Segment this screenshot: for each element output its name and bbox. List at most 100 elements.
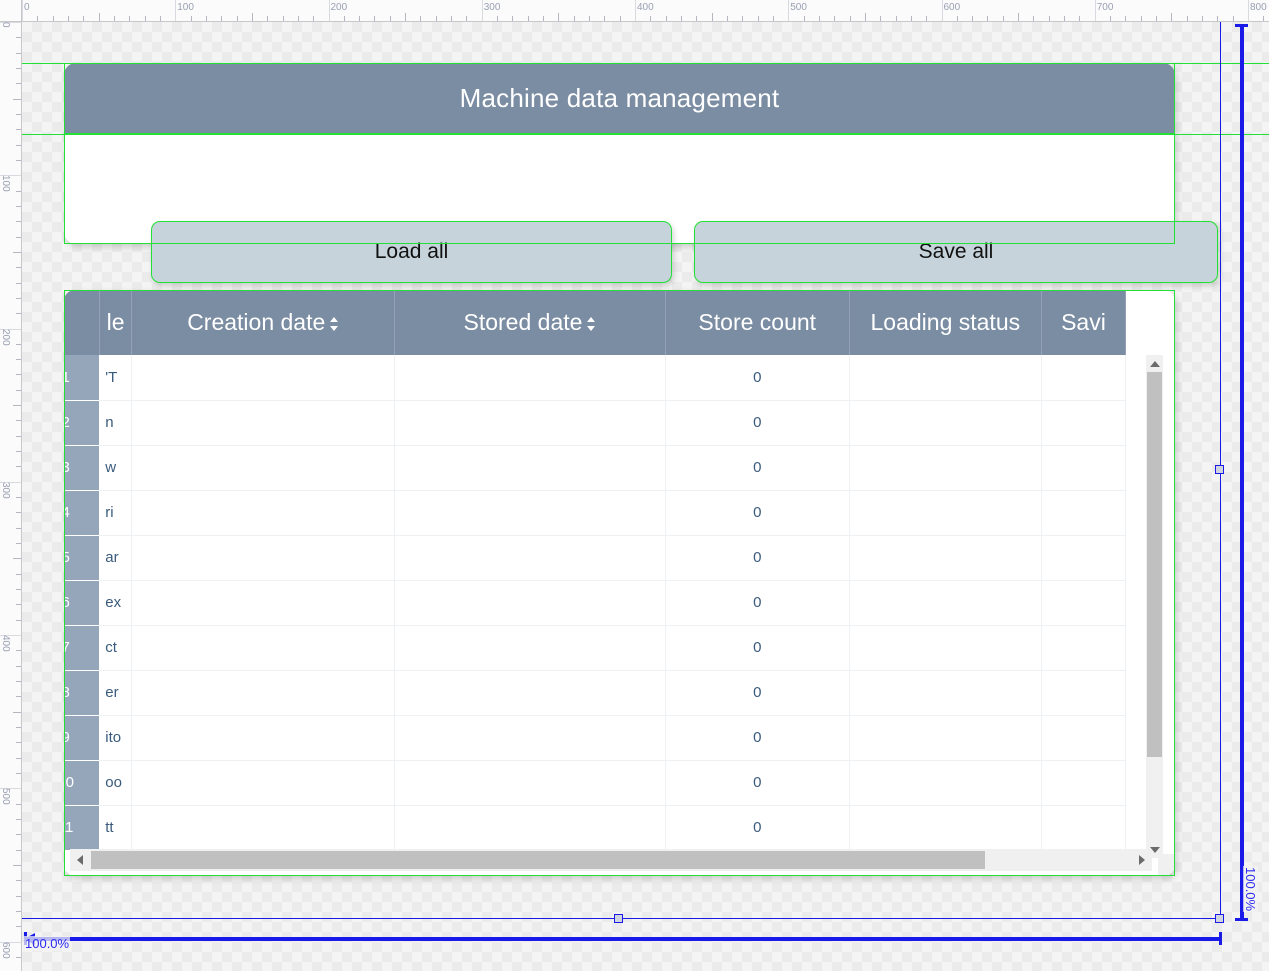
cell-saving-status[interactable] <box>1041 805 1127 851</box>
scroll-right-icon[interactable] <box>1132 849 1152 871</box>
cell-creation-date[interactable] <box>131 715 396 761</box>
cell-loading-status[interactable] <box>849 490 1042 536</box>
cell-creation-date[interactable] <box>131 445 396 491</box>
table-row[interactable]: 5ar 0 <box>64 535 1127 581</box>
row-number-header[interactable]: 11 <box>64 805 100 851</box>
ruler-vertical[interactable]: 0 100 200 300 400 500 600 <box>0 0 22 971</box>
cell-loading-status[interactable] <box>849 535 1042 581</box>
cell-saving-status[interactable] <box>1041 400 1127 446</box>
cell-saving-status[interactable] <box>1041 670 1127 716</box>
table-row[interactable]: 1 'T 0 <box>64 355 1127 401</box>
dimension-handle[interactable] <box>1215 914 1224 923</box>
cell-name-clipped[interactable]: ar <box>99 535 133 581</box>
cell-name-clipped[interactable]: 'T <box>99 355 133 401</box>
column-header-store-count[interactable]: Store count <box>665 290 850 355</box>
cell-creation-date[interactable] <box>131 535 396 581</box>
table-row[interactable]: 7ct 0 <box>64 625 1127 671</box>
cell-creation-date[interactable] <box>131 760 396 806</box>
cell-loading-status[interactable] <box>849 715 1042 761</box>
row-number-header[interactable]: 8 <box>64 670 100 716</box>
cell-store-count[interactable]: 0 <box>665 760 850 806</box>
table-row[interactable]: 9ito 0 <box>64 715 1127 761</box>
cell-loading-status[interactable] <box>849 625 1042 671</box>
grid-corner-header[interactable] <box>64 290 100 355</box>
table-row[interactable]: 8er 0 <box>64 670 1127 716</box>
cell-name-clipped[interactable]: ito <box>99 715 133 761</box>
cell-saving-status[interactable] <box>1041 535 1127 581</box>
ruler-horizontal[interactable]: 0 100 200 300 400 500 600 700 800 <box>0 0 1269 22</box>
table-row[interactable]: 4ri 0 <box>64 490 1127 536</box>
cell-loading-status[interactable] <box>849 760 1042 806</box>
cell-creation-date[interactable] <box>131 355 396 401</box>
cell-loading-status[interactable] <box>849 670 1042 716</box>
dimension-measure-vertical[interactable] <box>1240 26 1244 921</box>
cell-creation-date[interactable] <box>131 400 396 446</box>
cell-loading-status[interactable] <box>849 805 1042 851</box>
cell-store-count[interactable]: 0 <box>665 355 850 401</box>
row-number-header[interactable]: 10 <box>64 760 100 806</box>
dimension-measure-horizontal[interactable] <box>26 937 1222 941</box>
cell-stored-date[interactable] <box>394 670 666 716</box>
dimension-handle[interactable] <box>614 914 623 923</box>
table-horizontal-scrollbar[interactable] <box>70 849 1152 871</box>
table-vertical-scrollbar[interactable] <box>1146 355 1163 858</box>
cell-name-clipped[interactable]: tt <box>99 805 133 851</box>
cell-name-clipped[interactable]: ex <box>99 580 133 626</box>
row-number-header[interactable]: 1 <box>64 355 100 401</box>
table-row[interactable]: 3w 0 <box>64 445 1127 491</box>
cell-store-count[interactable]: 0 <box>665 400 850 446</box>
row-number-header[interactable]: 9 <box>64 715 100 761</box>
cell-store-count[interactable]: 0 <box>665 445 850 491</box>
cell-creation-date[interactable] <box>131 580 396 626</box>
cell-creation-date[interactable] <box>131 805 396 851</box>
table-row[interactable]: 11tt 0 <box>64 805 1127 851</box>
row-number-header[interactable]: 6 <box>64 580 100 626</box>
cell-loading-status[interactable] <box>849 445 1042 491</box>
cell-creation-date[interactable] <box>131 625 396 671</box>
scroll-left-icon[interactable] <box>70 849 90 871</box>
table-scroll-viewport[interactable]: le Creation date Stored date Store count… <box>64 290 1158 858</box>
cell-name-clipped[interactable]: er <box>99 670 133 716</box>
cell-stored-date[interactable] <box>394 580 666 626</box>
cell-store-count[interactable]: 0 <box>665 535 850 581</box>
row-number-header[interactable]: 4 <box>64 490 100 536</box>
cell-stored-date[interactable] <box>394 355 666 401</box>
cell-name-clipped[interactable]: w <box>99 445 133 491</box>
cell-store-count[interactable]: 0 <box>665 715 850 761</box>
column-header-creation-date[interactable]: Creation date <box>131 290 396 355</box>
cell-store-count[interactable]: 0 <box>665 625 850 671</box>
table-row[interactable]: 2n 0 <box>64 400 1127 446</box>
horizontal-scroll-thumb[interactable] <box>91 851 985 869</box>
sort-indicator-icon[interactable] <box>587 315 596 333</box>
machine-data-management-panel[interactable]: Machine data management Load all Save al… <box>64 63 1218 283</box>
row-number-header[interactable]: 5 <box>64 535 100 581</box>
cell-stored-date[interactable] <box>394 805 666 851</box>
cell-store-count[interactable]: 0 <box>665 805 850 851</box>
cell-loading-status[interactable] <box>849 400 1042 446</box>
scroll-up-icon[interactable] <box>1146 355 1163 372</box>
cell-saving-status[interactable] <box>1041 760 1127 806</box>
column-header-saving-status-clipped[interactable]: Savi <box>1041 290 1127 355</box>
row-number-header[interactable]: 3 <box>64 445 100 491</box>
cell-stored-date[interactable] <box>394 445 666 491</box>
machine-data-table[interactable]: le Creation date Stored date Store count… <box>64 290 1175 876</box>
data-grid[interactable]: le Creation date Stored date Store count… <box>64 290 1127 851</box>
cell-saving-status[interactable] <box>1041 490 1127 536</box>
cell-store-count[interactable]: 0 <box>665 490 850 536</box>
cell-name-clipped[interactable]: oo <box>99 760 133 806</box>
dimension-handle[interactable] <box>1215 465 1224 474</box>
cell-stored-date[interactable] <box>394 760 666 806</box>
table-row[interactable]: 10oo 0 <box>64 760 1127 806</box>
cell-stored-date[interactable] <box>394 715 666 761</box>
cell-saving-status[interactable] <box>1041 625 1127 671</box>
load-all-button[interactable]: Load all <box>151 221 672 283</box>
row-number-header[interactable]: 2 <box>64 400 100 446</box>
column-header-stored-date[interactable]: Stored date <box>394 290 666 355</box>
save-all-button[interactable]: Save all <box>694 221 1218 283</box>
cell-saving-status[interactable] <box>1041 445 1127 491</box>
designer-canvas[interactable]: Machine data management Load all Save al… <box>0 0 1269 971</box>
cell-name-clipped[interactable]: n <box>99 400 133 446</box>
cell-creation-date[interactable] <box>131 490 396 536</box>
cell-stored-date[interactable] <box>394 535 666 581</box>
cell-stored-date[interactable] <box>394 625 666 671</box>
